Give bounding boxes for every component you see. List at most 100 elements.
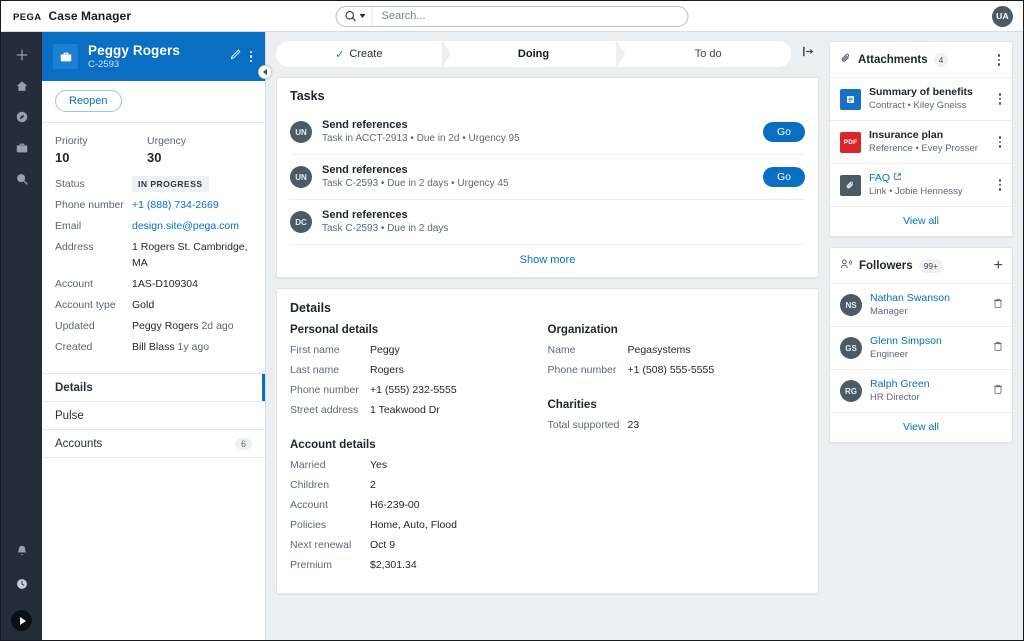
detail-key: Policies (290, 519, 327, 531)
attachments-more-button[interactable] (995, 51, 1004, 69)
detail-value: Oct 9 (370, 539, 396, 551)
attachment-more-button[interactable] (996, 176, 1005, 194)
follower-name[interactable]: Ralph Green (870, 377, 984, 391)
link-paperclip-icon (840, 174, 861, 196)
avatar: RG (840, 380, 862, 402)
field-phone: Phone number +1 (888) 734-2669 (55, 197, 252, 213)
follower-name[interactable]: Nathan Swanson (870, 291, 984, 305)
rail-item-create[interactable] (1, 42, 42, 73)
case-id: C-2593 (88, 58, 120, 70)
attachments-title: Attachments (858, 54, 928, 66)
detail-value: H6-239-00 (370, 499, 420, 511)
play-icon (19, 616, 26, 625)
trash-icon[interactable] (992, 339, 1004, 357)
detail-key: First name (290, 344, 340, 356)
rail-item-dashboard[interactable] (1, 104, 42, 135)
tab-label: Details (55, 381, 93, 394)
edit-case-button[interactable] (227, 48, 245, 66)
collapse-utility-panel-button[interactable] (797, 43, 819, 65)
compass-icon (15, 110, 29, 129)
tab-details[interactable]: Details (42, 374, 265, 402)
detail-value: 1 Teakwood Dr (370, 404, 440, 416)
reopen-button[interactable]: Reopen (55, 90, 122, 112)
organization-heading: Organization (547, 324, 618, 336)
rail-item-explore[interactable] (1, 166, 42, 197)
attachment-row[interactable]: PDF Insurance plan Reference • Evey Pros… (830, 121, 1012, 164)
field-label: Created (55, 341, 93, 353)
trash-icon[interactable] (992, 296, 1004, 314)
nav-rail (1, 32, 42, 640)
detail-value: $2,301.34 (370, 559, 417, 571)
paperclip-icon (840, 51, 852, 69)
field-label: Phone number (55, 199, 124, 211)
tasks-show-more-link[interactable]: Show more (290, 245, 805, 277)
detail-row: Phone number +1 (555) 232-5555 (290, 382, 548, 398)
urgency-label: Urgency (147, 135, 187, 147)
charities-heading: Charities (547, 399, 597, 411)
detail-value: +1 (555) 232-5555 (370, 384, 457, 396)
attachment-more-button[interactable] (996, 133, 1005, 151)
updated-by-link[interactable]: Peggy Rogers (132, 320, 199, 332)
detail-key: Total supported (547, 419, 620, 431)
collapse-case-panel-button[interactable] (258, 65, 272, 79)
attachment-row[interactable]: FAQ Link • Jobie Hennessy (830, 164, 1012, 207)
tab-pulse[interactable]: Pulse (42, 402, 265, 430)
task-row[interactable]: DC Send references Task C-2593 • Due in … (290, 200, 805, 245)
rail-item-home[interactable] (1, 73, 42, 104)
task-row[interactable]: UN Send references Task in ACCT-2913 • D… (290, 110, 805, 155)
tab-count-badge: 6 (234, 437, 252, 450)
detail-key: Last name (290, 364, 340, 376)
rail-item-start[interactable] (11, 610, 32, 631)
tab-accounts[interactable]: Accounts 6 (42, 430, 265, 458)
task-row[interactable]: UN Send references Task C-2593 • Due in … (290, 155, 805, 200)
rail-item-cases[interactable] (1, 135, 42, 166)
follower-row[interactable]: RG Ralph Green HR Director (830, 370, 1012, 413)
field-value: 1AS-D109304 (132, 278, 198, 290)
attachment-more-button[interactable] (996, 90, 1005, 108)
go-button[interactable]: Go (762, 122, 805, 142)
created-by-link[interactable]: Bill Blass (132, 341, 175, 353)
email-link[interactable]: design.site@pega.com (132, 218, 239, 234)
urgency-block: Urgency 30 (147, 134, 239, 166)
follower-row[interactable]: GS Glenn Simpson Engineer (830, 327, 1012, 370)
tasks-card: Tasks UN Send references Task in ACCT-29… (276, 77, 819, 278)
pdf-icon: PDF (840, 131, 861, 153)
rail-item-notifications[interactable] (1, 538, 42, 569)
detail-key: Account (290, 499, 328, 511)
stage-todo[interactable]: To do (625, 41, 791, 67)
stage-doing[interactable]: Doing (451, 41, 617, 67)
go-button[interactable]: Go (762, 167, 805, 187)
case-summary-fields: Priority 10 Urgency 30 Status IN PROGRES… (42, 123, 265, 373)
rail-item-recents[interactable] (1, 571, 42, 602)
detail-key: Phone number (547, 364, 617, 376)
field-status: Status IN PROGRESS (55, 176, 252, 192)
follower-row[interactable]: NS Nathan Swanson Manager (830, 284, 1012, 327)
bell-icon (15, 544, 29, 563)
add-follower-button[interactable]: + (994, 258, 1003, 274)
search-mode-dropdown[interactable] (337, 6, 373, 26)
search-input[interactable] (372, 6, 688, 26)
trash-icon[interactable] (992, 382, 1004, 400)
followers-icon (840, 257, 853, 275)
follower-name[interactable]: Glenn Simpson (870, 334, 984, 348)
user-avatar[interactable]: UA (992, 5, 1013, 27)
detail-row: Total supported 23 (548, 417, 806, 433)
detail-value: 2 (370, 479, 376, 491)
attachment-link[interactable]: FAQ (869, 171, 988, 185)
stage-create[interactable]: ✓ Create (276, 41, 442, 67)
avatar: UN (290, 121, 312, 143)
attachment-row[interactable]: Summary of benefits Contract • Kiley Gne… (830, 78, 1012, 121)
followers-view-all-link[interactable]: View all (830, 413, 1012, 442)
case-panel: Peggy Rogers C-2593 Reopen Priority 10 U… (42, 32, 272, 640)
account-details-heading: Account details (290, 439, 376, 451)
phone-link[interactable]: +1 (888) 734-2669 (132, 197, 219, 213)
follower-role: HR Director (870, 392, 920, 403)
detail-key: Next renewal (290, 539, 352, 551)
attachments-view-all-link[interactable]: View all (830, 207, 1012, 236)
task-meta: Task C-2593 • Due in 2 days • Urgency 45 (322, 178, 509, 189)
clock-icon (15, 577, 29, 596)
case-more-button[interactable] (247, 48, 256, 66)
stage-label: To do (694, 48, 722, 60)
search-bar[interactable] (335, 5, 689, 27)
pega-logo: PEGA (13, 12, 42, 23)
